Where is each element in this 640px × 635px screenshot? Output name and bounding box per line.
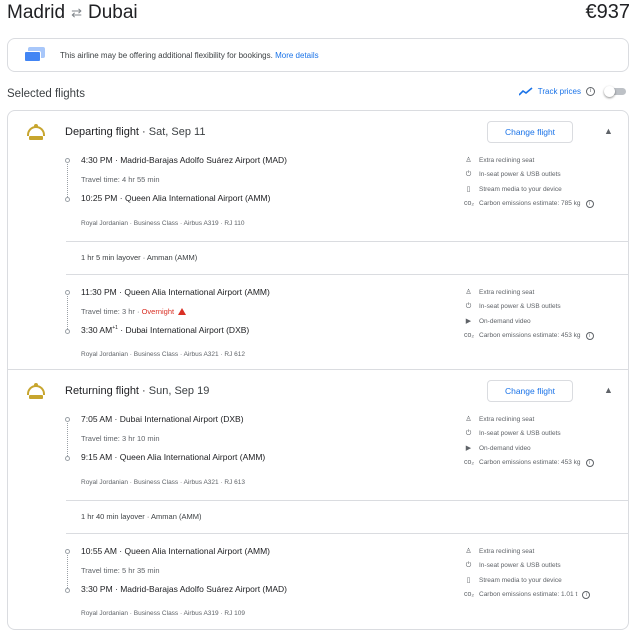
- info-icon[interactable]: i: [582, 590, 591, 599]
- route-title: Madrid ⇄ Dubai: [7, 2, 138, 24]
- departure-stop: 7:05 AM · Dubai International Airport (D…: [81, 414, 244, 424]
- amenities-list: ♙ Extra reclining seat ⏻ In-seat power & U…: [464, 285, 594, 343]
- reclining-seat-icon: ♙: [465, 157, 472, 165]
- segment-timeline: [65, 549, 70, 594]
- arrival-stop: 10:25 PM · Queen Alia International Airp…: [81, 193, 271, 203]
- arrival-stop: 3:30 PM · Madrid-Barajas Adolfo Suárez A…: [81, 584, 287, 594]
- arrival-stop: 9:15 AM · Queen Alia International Airpo…: [81, 452, 266, 462]
- amenity-item: co₂ Carbon emissions estimate: 453 kg i: [464, 329, 594, 344]
- info-icon[interactable]: i: [585, 458, 594, 467]
- ticket-icon: [24, 47, 46, 63]
- amenity-item: ⏻ In-seat power & USB outlets: [465, 561, 561, 570]
- amenity-item: ♙ Extra reclining seat: [465, 415, 535, 424]
- phone-icon: ▯: [466, 186, 471, 194]
- layover-info: 1 hr 40 min layover · Amman (AMM): [81, 512, 202, 521]
- info-icon[interactable]: i: [586, 86, 595, 96]
- power-plug-icon: ⏻: [465, 561, 472, 569]
- travel-time: Travel time: 3 hr · Overnight: [81, 307, 187, 316]
- amenity-item: ⏻ In-seat power & USB outlets: [465, 429, 561, 438]
- amenity-item: co₂ Carbon emissions estimate: 1.01 ti: [464, 588, 591, 603]
- amenity-item: ⏻ In-seat power & USB outlets: [465, 170, 561, 179]
- amenity-item: ▶ On-demand video: [465, 317, 531, 326]
- co2-icon: co₂: [464, 459, 475, 467]
- reclining-seat-icon: ♙: [465, 548, 472, 556]
- segment-timeline: [65, 158, 70, 203]
- origin-city: Madrid: [7, 2, 66, 23]
- reclining-seat-icon: ♙: [465, 416, 472, 424]
- change-returning-flight-button[interactable]: Change flight: [487, 380, 573, 402]
- overnight-warning: Overnight: [141, 307, 175, 316]
- notice-text: This airline may be offering additional …: [60, 50, 273, 60]
- travel-time: Travel time: 5 hr 35 min: [81, 566, 160, 575]
- arrival-stop: 3:30 AM+1 · Dubai International Airport …: [81, 325, 250, 335]
- travel-time: Travel time: 4 hr 55 min: [81, 175, 160, 184]
- co2-icon: co₂: [464, 200, 475, 208]
- phone-icon: ▯: [466, 577, 471, 585]
- video-icon: ▶: [465, 318, 472, 326]
- reclining-seat-icon: ♙: [465, 289, 472, 297]
- departing-flight-title: Departing flight · Sat, Sep 11: [65, 126, 206, 138]
- track-prices-label[interactable]: Track prices: [538, 87, 581, 96]
- amenity-item: co₂ Carbon emissions estimate: 453 kg i: [464, 456, 594, 471]
- trip-header: Madrid ⇄ Dubai €937: [0, 0, 640, 30]
- flight-details: Royal Jordanian · Business Class · Airbu…: [81, 351, 246, 358]
- co2-icon: co₂: [464, 332, 475, 340]
- track-prices[interactable]: Track prices i: [518, 86, 628, 97]
- departing-date: Sat, Sep 11: [148, 126, 206, 138]
- amenity-item: co₂ Carbon emissions estimate: 785 kg i: [464, 197, 594, 212]
- warning-icon: [178, 308, 187, 315]
- departure-stop: 4:30 PM · Madrid-Barajas Adolfo Suárez A…: [81, 155, 287, 165]
- swap-arrows-icon: ⇄: [71, 5, 82, 20]
- amenity-item: ♙ Extra reclining seat: [465, 156, 535, 165]
- departure-stop: 11:30 PM · Queen Alia International Airp…: [81, 287, 270, 297]
- trend-icon: [518, 86, 533, 96]
- royal-jordanian-logo-icon: [26, 383, 46, 399]
- video-icon: ▶: [465, 445, 472, 453]
- returning-date: Sun, Sep 19: [148, 385, 210, 397]
- royal-jordanian-logo-icon: [26, 124, 46, 140]
- chevron-up-icon[interactable]: ▲: [604, 126, 613, 136]
- returning-flight-title: Returning flight · Sun, Sep 19: [65, 385, 210, 397]
- amenity-item: ♙ Extra reclining seat: [465, 288, 535, 297]
- track-prices-toggle[interactable]: [604, 86, 628, 97]
- segment-timeline: [65, 290, 70, 335]
- info-icon[interactable]: i: [585, 331, 594, 340]
- flight-details: Royal Jordanian · Business Class · Airbu…: [81, 479, 246, 486]
- total-price: €937: [585, 1, 631, 23]
- segment-timeline: [65, 417, 70, 462]
- amenities-list: ♙ Extra reclining seat ⏻ In-seat power & U…: [464, 153, 594, 211]
- change-departing-flight-button[interactable]: Change flight: [487, 121, 573, 143]
- power-plug-icon: ⏻: [465, 170, 472, 178]
- co2-icon: co₂: [464, 591, 475, 599]
- flexibility-notice: This airline may be offering additional …: [7, 38, 629, 72]
- selected-flights-heading: Selected flights: [7, 88, 85, 100]
- flight-details: Royal Jordanian · Business Class · Airbu…: [81, 220, 245, 227]
- layover-info: 1 hr 5 min layover · Amman (AMM): [81, 253, 198, 262]
- flight-details: Royal Jordanian · Business Class · Airbu…: [81, 610, 246, 617]
- amenity-item: ♙ Extra reclining seat: [465, 547, 535, 556]
- info-icon[interactable]: i: [585, 199, 594, 208]
- amenity-item: ▶ On-demand video: [465, 444, 531, 453]
- more-details-link[interactable]: More details: [275, 51, 319, 60]
- departing-flight-card: Departing flight · Sat, Sep 11 Change fl…: [7, 110, 629, 370]
- amenity-item: ▯ Stream media to your device: [464, 573, 590, 588]
- amenities-list: ♙ Extra reclining seat ⏻ In-seat power & U…: [464, 412, 594, 470]
- amenity-item: ⏻ In-seat power & USB outlets: [465, 302, 561, 311]
- returning-flight-card: Returning flight · Sun, Sep 19 Change fl…: [7, 370, 629, 630]
- amenity-item: ▯ Stream media to your device: [464, 182, 594, 197]
- power-plug-icon: ⏻: [465, 429, 472, 437]
- travel-time: Travel time: 3 hr 10 min: [81, 434, 160, 443]
- amenities-list: ♙ Extra reclining seat ⏻ In-seat power & U…: [464, 544, 591, 603]
- destination-city: Dubai: [87, 2, 138, 23]
- chevron-up-icon[interactable]: ▲: [604, 385, 613, 395]
- departure-stop: 10:55 AM · Queen Alia International Airp…: [81, 546, 270, 556]
- power-plug-icon: ⏻: [465, 302, 472, 310]
